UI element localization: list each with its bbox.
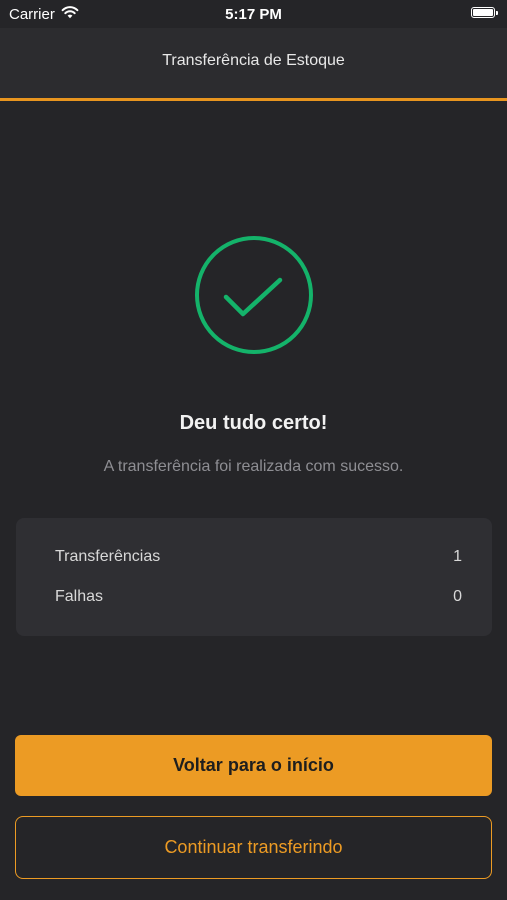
status-bar: Carrier 5:17 PM xyxy=(0,0,507,28)
summary-card: Transferências 1 Falhas 0 xyxy=(16,518,492,636)
success-title: Deu tudo certo! xyxy=(179,412,328,434)
summary-value: 1 xyxy=(453,548,462,565)
navigation-bar: Transferência de Estoque xyxy=(0,28,507,101)
summary-value: 0 xyxy=(453,588,462,605)
check-circle-icon xyxy=(195,236,313,354)
continue-transferring-button[interactable]: Continuar transferindo xyxy=(15,816,492,879)
summary-label: Falhas xyxy=(55,588,104,605)
battery-icon xyxy=(471,7,498,18)
status-time: 5:17 PM xyxy=(225,6,282,23)
back-to-home-button[interactable]: Voltar para o início xyxy=(15,735,492,796)
page-title: Transferência de Estoque xyxy=(162,52,345,69)
summary-row-transfers: Transferências 1 xyxy=(55,548,462,570)
success-message: A transferência foi realizada com sucess… xyxy=(103,458,404,475)
summary-label: Transferências xyxy=(55,548,161,565)
summary-row-failures: Falhas 0 xyxy=(55,588,462,610)
